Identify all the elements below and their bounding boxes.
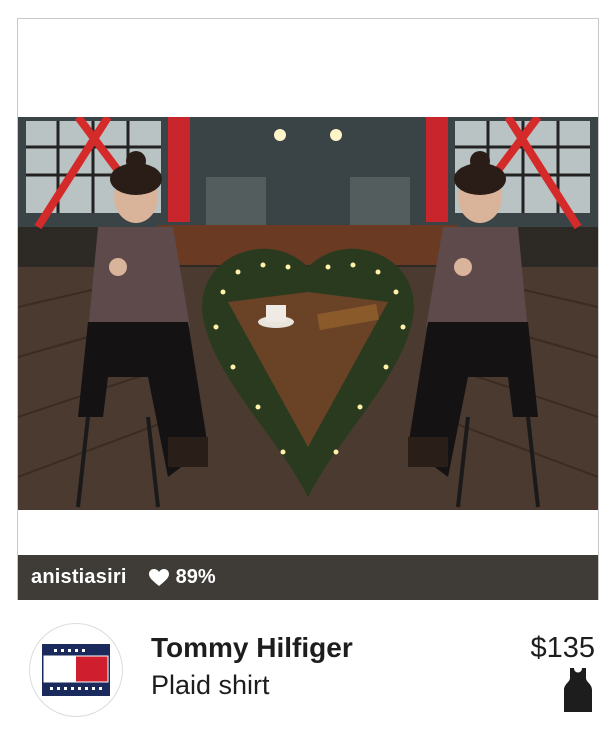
product-price: $135 [530,632,595,664]
post-photo[interactable] [18,117,598,510]
post-info-bar: anistiasiri 89% [18,555,598,600]
brand-name[interactable]: Tommy Hilfiger [151,632,353,664]
tommy-hilfiger-logo [42,644,110,696]
brand-logo[interactable] [29,623,123,717]
tank-top-icon [564,668,592,712]
heart-icon [148,568,169,586]
username[interactable]: anistiasiri [31,566,127,589]
post-card[interactable]: anistiasiri 89% [17,18,599,600]
likes[interactable]: 89% [148,566,216,589]
likes-percent: 89% [175,566,216,588]
product-name[interactable]: Plaid shirt [151,670,270,701]
